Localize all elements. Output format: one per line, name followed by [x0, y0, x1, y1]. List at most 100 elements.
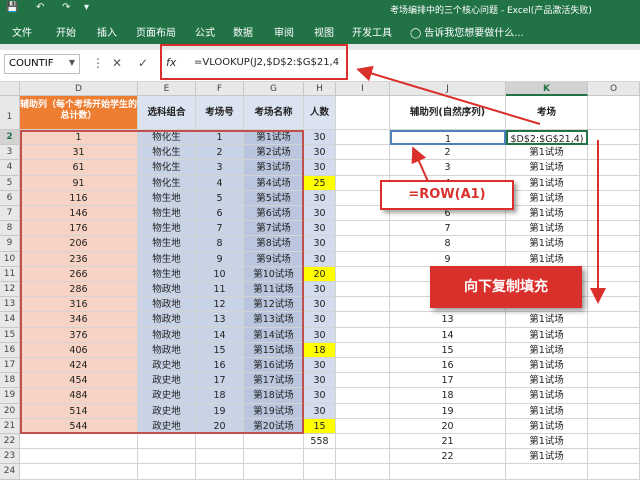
- cell-d[interactable]: 424: [20, 358, 138, 374]
- cell-j[interactable]: 22: [390, 449, 506, 465]
- cell-j[interactable]: 20: [390, 418, 506, 434]
- cell-h[interactable]: 18: [304, 342, 336, 358]
- tab-view[interactable]: 视图: [314, 24, 334, 39]
- select-all-corner[interactable]: [0, 82, 20, 96]
- tab-insert[interactable]: 插入: [97, 24, 117, 39]
- cell-j[interactable]: 7: [390, 221, 506, 237]
- column-header-e[interactable]: E: [138, 82, 196, 96]
- column-header-i[interactable]: I: [336, 82, 390, 96]
- cell-o[interactable]: [588, 145, 640, 161]
- header-cell-h1[interactable]: 人数: [304, 96, 336, 130]
- cell-d[interactable]: 514: [20, 403, 138, 419]
- cell-f[interactable]: 20: [196, 418, 244, 434]
- cell-d[interactable]: 346: [20, 312, 138, 328]
- cell-j[interactable]: 19: [390, 403, 506, 419]
- cell-j[interactable]: 18: [390, 388, 506, 404]
- cell-f[interactable]: 13: [196, 312, 244, 328]
- cell-o[interactable]: [588, 190, 640, 206]
- cell-e[interactable]: 物政地: [138, 342, 196, 358]
- cell-j[interactable]: [390, 464, 506, 480]
- cell-o[interactable]: [588, 358, 640, 374]
- cell-h[interactable]: 30: [304, 251, 336, 267]
- cell-d[interactable]: 316: [20, 297, 138, 313]
- tab-home[interactable]: 开始: [56, 24, 76, 39]
- cell-h[interactable]: 30: [304, 190, 336, 206]
- cell-j[interactable]: 21: [390, 434, 506, 450]
- cell-g[interactable]: 第9试场: [244, 251, 304, 267]
- cell-k[interactable]: 第1试场: [506, 221, 588, 237]
- cell-k[interactable]: 第1试场: [506, 373, 588, 389]
- header-cell-e1[interactable]: 选科组合: [138, 96, 196, 130]
- row-header-12[interactable]: 12: [0, 282, 20, 298]
- row-header-14[interactable]: 14: [0, 312, 20, 328]
- cell-j[interactable]: 8: [390, 236, 506, 252]
- cell-g[interactable]: 第14试场: [244, 327, 304, 343]
- cell-f[interactable]: 10: [196, 266, 244, 282]
- header-cell-k1[interactable]: 考场: [506, 96, 588, 130]
- cell-g[interactable]: 第20试场: [244, 418, 304, 434]
- cell-e[interactable]: 政史地: [138, 358, 196, 374]
- cell-f[interactable]: 8: [196, 236, 244, 252]
- cell-h[interactable]: 30: [304, 145, 336, 161]
- cell-e[interactable]: [138, 464, 196, 480]
- cell-h[interactable]: 30: [304, 221, 336, 237]
- cell-e[interactable]: 物生地: [138, 221, 196, 237]
- cell-g[interactable]: 第11试场: [244, 282, 304, 298]
- cell-f[interactable]: 12: [196, 297, 244, 313]
- cell-d[interactable]: [20, 464, 138, 480]
- cell-j[interactable]: 3: [390, 160, 506, 176]
- cell-f[interactable]: 7: [196, 221, 244, 237]
- cell-e[interactable]: 物化生: [138, 145, 196, 161]
- cell-d[interactable]: [20, 449, 138, 465]
- cell-k[interactable]: 第1试场: [506, 251, 588, 267]
- cell-f[interactable]: 1: [196, 130, 244, 146]
- row-header-19[interactable]: 19: [0, 388, 20, 404]
- cell-f[interactable]: 15: [196, 342, 244, 358]
- cell-g[interactable]: 第10试场: [244, 266, 304, 282]
- cell-d[interactable]: 484: [20, 388, 138, 404]
- cell-h[interactable]: 20: [304, 266, 336, 282]
- cell-e[interactable]: 物化生: [138, 175, 196, 191]
- cell-f[interactable]: 14: [196, 327, 244, 343]
- row-header-3[interactable]: 3: [0, 145, 20, 161]
- cell-h[interactable]: 15: [304, 418, 336, 434]
- row-header-6[interactable]: 6: [0, 190, 20, 206]
- cell-o[interactable]: [588, 160, 640, 176]
- row-header-15[interactable]: 15: [0, 327, 20, 343]
- cell-o[interactable]: [588, 373, 640, 389]
- cell-o[interactable]: [588, 236, 640, 252]
- cell-g[interactable]: [244, 434, 304, 450]
- cell-g[interactable]: 第13试场: [244, 312, 304, 328]
- cell-e[interactable]: [138, 449, 196, 465]
- cell-e[interactable]: 政史地: [138, 403, 196, 419]
- cell-o[interactable]: [588, 130, 640, 146]
- cell-k[interactable]: 第1试场: [506, 190, 588, 206]
- cell-e[interactable]: 物政地: [138, 312, 196, 328]
- cell-i[interactable]: [336, 342, 390, 358]
- row-header-5[interactable]: 5: [0, 175, 20, 191]
- cell-k[interactable]: 第1试场: [506, 449, 588, 465]
- row-header-13[interactable]: 13: [0, 297, 20, 313]
- cell-e[interactable]: 物化生: [138, 130, 196, 146]
- cell-j[interactable]: 13: [390, 312, 506, 328]
- cell-j[interactable]: 14: [390, 327, 506, 343]
- undo-icon[interactable]: ↶: [36, 2, 44, 13]
- cell-o[interactable]: [588, 312, 640, 328]
- cell-e[interactable]: 物生地: [138, 190, 196, 206]
- cell-e[interactable]: 物生地: [138, 266, 196, 282]
- tab-review[interactable]: 审阅: [274, 24, 294, 39]
- cell-i[interactable]: [336, 251, 390, 267]
- row-header-10[interactable]: 10: [0, 251, 20, 267]
- cell-o[interactable]: [588, 221, 640, 237]
- cell-d[interactable]: 266: [20, 266, 138, 282]
- cell-f[interactable]: 4: [196, 175, 244, 191]
- cell-i[interactable]: [336, 373, 390, 389]
- cell-j[interactable]: 15: [390, 342, 506, 358]
- chevron-down-icon[interactable]: ▼: [69, 58, 75, 67]
- cell-i[interactable]: [336, 266, 390, 282]
- cell-d[interactable]: 116: [20, 190, 138, 206]
- column-header-d[interactable]: D: [20, 82, 138, 96]
- cell-i[interactable]: [336, 145, 390, 161]
- cell-f[interactable]: [196, 464, 244, 480]
- cell-i[interactable]: [336, 464, 390, 480]
